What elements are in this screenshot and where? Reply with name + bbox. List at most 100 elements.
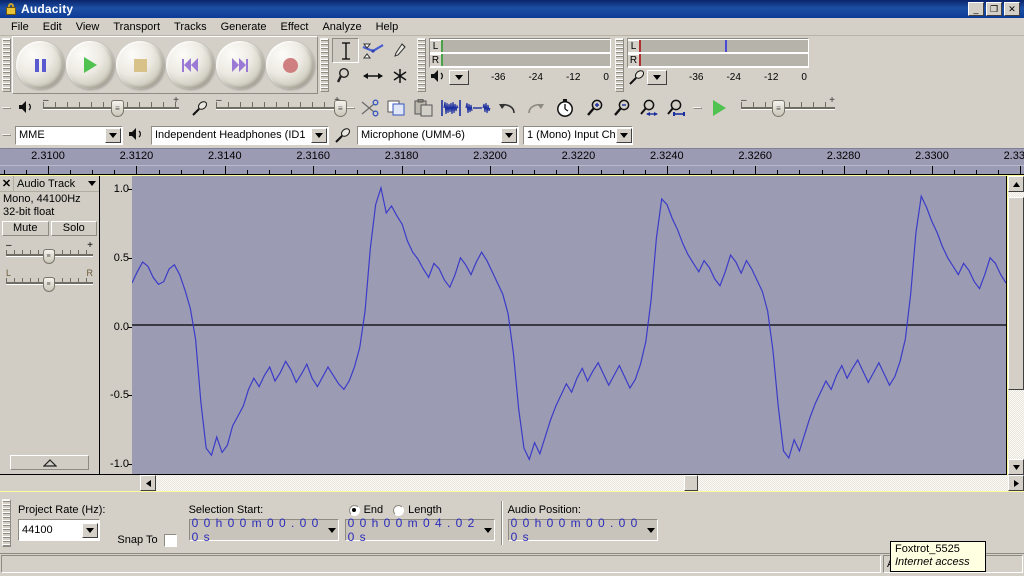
close-track-button[interactable]: ✕ (0, 176, 14, 191)
horizontal-scrollbar[interactable] (0, 475, 1024, 491)
stop-button[interactable] (116, 41, 164, 89)
project-rate-combo[interactable]: 44100 (18, 519, 100, 541)
project-rate-group: Project Rate (Hz): 44100 (18, 495, 105, 551)
pause-button[interactable] (16, 41, 64, 89)
selection-start-chevron-down-icon[interactable] (326, 520, 337, 540)
time-shift-tool-button[interactable] (359, 63, 386, 88)
transport-toolbar-grip[interactable] (2, 38, 11, 92)
menu-help[interactable]: Help (369, 20, 406, 34)
copy-button[interactable] (383, 96, 410, 121)
recording-meter-menu-button[interactable] (647, 69, 667, 85)
playback-device-chevron-down-icon[interactable] (311, 127, 327, 143)
draw-tool-button[interactable] (386, 38, 413, 63)
device-toolbar-grip[interactable] (2, 134, 11, 136)
edit-toolbar-grip[interactable] (346, 107, 355, 109)
recording-channels-combo[interactable]: 1 (Mono) Input Ch (523, 125, 633, 145)
menu-analyze[interactable]: Analyze (315, 20, 368, 34)
track-name-dropdown[interactable]: Audio Track (14, 178, 99, 190)
selection-tool-button[interactable] (332, 38, 359, 63)
snap-to-checkbox[interactable] (163, 533, 177, 547)
input-volume-thumb[interactable] (333, 100, 347, 117)
menu-transport[interactable]: Transport (106, 20, 167, 34)
timeline-ruler[interactable]: 2.3100 2.3120 2.3140 2.3160 2.3180 2.3200 2.32… (0, 148, 1024, 175)
close-button[interactable]: ✕ (1004, 2, 1020, 16)
scroll-down-button[interactable] (1008, 459, 1024, 475)
zoom-in-button[interactable] (581, 96, 608, 121)
solo-button[interactable]: Solo (50, 221, 97, 236)
ruler-label: 2.3300 (915, 150, 949, 162)
audio-position-chevron-down-icon[interactable] (645, 520, 656, 540)
recording-device-chevron-down-icon[interactable] (501, 127, 517, 143)
mute-button[interactable]: Mute (2, 221, 49, 236)
input-volume-slider[interactable]: – + (216, 95, 347, 118)
minimize-button[interactable]: _ (968, 2, 984, 16)
cut-button[interactable] (356, 96, 383, 121)
menu-effect[interactable]: Effect (274, 20, 316, 34)
horizontal-scroll-trough[interactable] (156, 475, 1008, 491)
menu-view[interactable]: View (69, 20, 107, 34)
audio-position-field[interactable]: 0 0 h 0 0 m 0 0 . 0 0 0 s (507, 516, 658, 544)
recording-meter-grip[interactable] (615, 38, 624, 92)
playback-meter[interactable]: L R -36 -24 -12 0 (427, 36, 613, 88)
undo-button[interactable] (494, 96, 521, 121)
menu-tracks[interactable]: Tracks (167, 20, 214, 34)
scroll-up-button[interactable] (1008, 176, 1024, 192)
trim-audio-button[interactable] (437, 96, 464, 121)
pan-thumb[interactable]: ≡ (42, 277, 55, 292)
play-at-speed-button[interactable] (703, 96, 735, 121)
playback-meter-grip[interactable] (417, 38, 426, 92)
menu-generate[interactable]: Generate (214, 20, 274, 34)
recording-channels-chevron-down-icon[interactable] (615, 127, 632, 143)
play-at-speed-toolbar-grip[interactable] (693, 107, 702, 109)
audio-host-chevron-down-icon[interactable] (105, 127, 121, 143)
selection-end-field[interactable]: 0 0 h 0 0 m 0 4 . 0 2 0 s (344, 516, 495, 544)
play-speed-thumb[interactable] (772, 100, 786, 117)
vertical-scroll-trough[interactable] (1008, 192, 1024, 459)
redo-button[interactable] (521, 96, 548, 121)
end-radio[interactable] (348, 504, 360, 516)
vertical-scroll-thumb[interactable] (1008, 197, 1024, 390)
gain-thumb[interactable]: ≡ (42, 249, 55, 264)
output-volume-slider[interactable]: – + (43, 95, 179, 118)
fit-selection-button[interactable] (635, 96, 662, 121)
length-radio[interactable] (393, 504, 405, 516)
sync-lock-tracks-button[interactable] (551, 96, 578, 121)
skip-to-start-button[interactable] (166, 41, 214, 89)
scroll-left-button[interactable] (140, 475, 156, 491)
menu-edit[interactable]: Edit (36, 20, 69, 34)
vertical-ruler: 1.0 0.5 0.0 -0.5 -1.0 (100, 176, 132, 475)
track-gain-slider[interactable]: – + ≡ (6, 240, 93, 264)
recording-meter[interactable]: L R -36 -24 -12 0 (625, 36, 811, 88)
restore-button[interactable]: ❐ (986, 2, 1002, 16)
output-volume-thumb[interactable] (111, 100, 124, 117)
project-rate-chevron-down-icon[interactable] (82, 522, 98, 538)
zoom-out-button[interactable] (608, 96, 635, 121)
audio-host-combo[interactable]: MME (15, 125, 123, 145)
horizontal-scroll-thumb[interactable] (684, 475, 698, 491)
track-pan-slider[interactable]: L R ≡ (6, 268, 93, 292)
envelope-tool-button[interactable] (359, 38, 386, 63)
zoom-tool-button[interactable] (332, 63, 359, 88)
scroll-right-button[interactable] (1008, 475, 1024, 491)
vertical-scrollbar[interactable] (1007, 176, 1024, 475)
selection-end-chevron-down-icon[interactable] (482, 520, 493, 540)
collapse-track-button[interactable] (10, 455, 89, 470)
playback-device-combo[interactable]: Independent Headphones (ID1 (151, 125, 329, 145)
mixer-toolbar-grip[interactable] (2, 107, 11, 109)
recording-device-combo[interactable]: Microphone (UMM-6) (357, 125, 519, 145)
silence-audio-button[interactable] (464, 96, 491, 121)
record-button[interactable] (266, 41, 314, 89)
playback-meter-menu-button[interactable] (449, 69, 469, 85)
waveform-display[interactable] (132, 176, 1007, 475)
play-button[interactable] (66, 41, 114, 89)
menu-file[interactable]: File (4, 20, 36, 34)
fit-project-button[interactable] (662, 96, 689, 121)
skip-to-end-button[interactable] (216, 41, 264, 89)
play-speed-slider[interactable]: – + (741, 95, 835, 118)
paste-button[interactable] (410, 96, 437, 121)
selection-toolbar-grip[interactable] (2, 498, 11, 547)
ruler-minor-tick (976, 170, 978, 174)
selection-start-field[interactable]: 0 0 h 0 0 m 0 0 . 0 0 0 s (188, 516, 339, 544)
tools-toolbar-grip[interactable] (320, 38, 329, 92)
multi-tool-button[interactable] (386, 63, 413, 88)
